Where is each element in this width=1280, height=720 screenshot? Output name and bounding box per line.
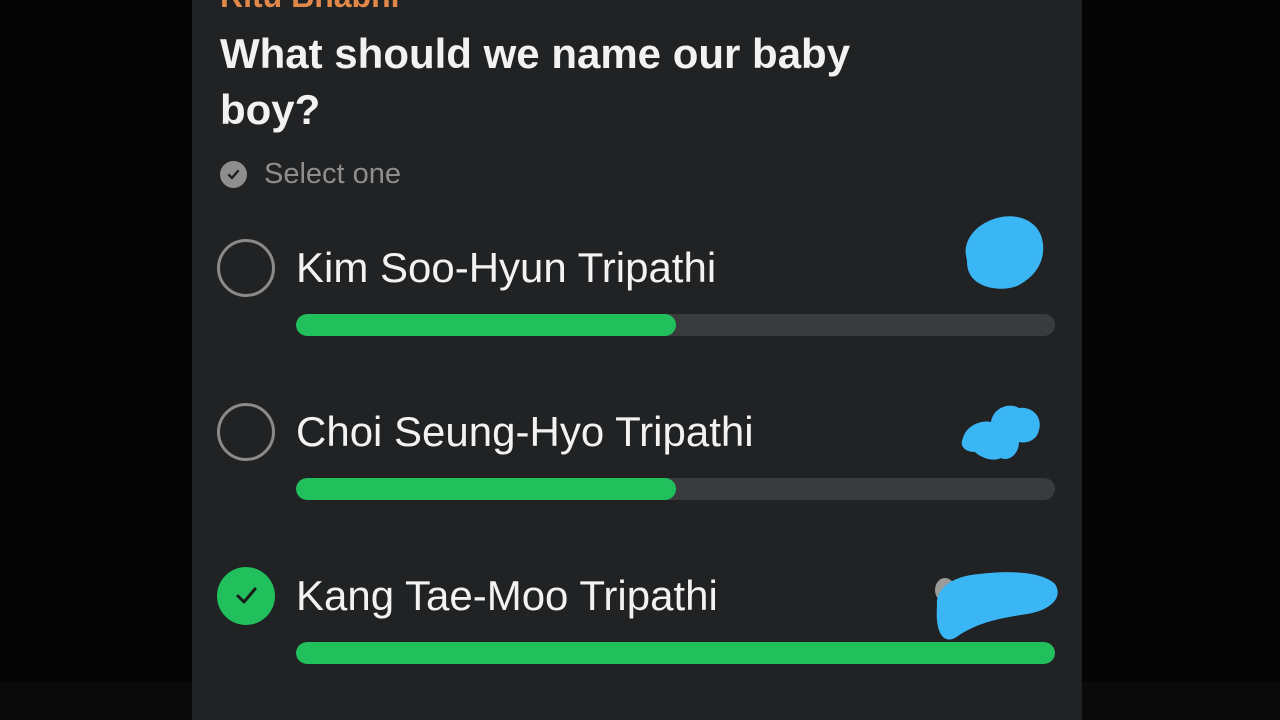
poll-option-3-label: Kang Tae-Moo Tripathi	[296, 572, 718, 619]
poll-hint: Select one	[220, 158, 401, 191]
poll-card: Ritu Bhabhi What should we name our baby…	[192, 0, 1082, 720]
check-circle-icon	[220, 161, 247, 188]
poll-question: What should we name our baby boy?	[220, 30, 851, 133]
poll-option-1-radio[interactable]	[217, 239, 275, 297]
poll-option-1-label: Kim Soo-Hyun Tripathi	[296, 244, 717, 291]
poll-option-2-progress-fill	[296, 478, 676, 500]
poll-option-3-radio[interactable]	[217, 567, 275, 625]
voter-avatar-scribble-icon	[935, 572, 1058, 640]
poll-option-2-radio[interactable]	[217, 403, 275, 461]
poll-sender-name: Ritu Bhabhi	[220, 0, 400, 15]
poll-hint-label: Select one	[264, 158, 402, 190]
voter-avatar-scribble-icon	[961, 405, 1040, 460]
poll-option-2[interactable]: Choi Seung-Hyo Tripathi	[216, 400, 1061, 510]
poll-option-1-progress	[296, 314, 1055, 336]
poll-option-1[interactable]: Kim Soo-Hyun Tripathi	[216, 216, 1061, 346]
poll-option-3-progress	[296, 642, 1055, 664]
screen: Ritu Bhabhi What should we name our baby…	[0, 0, 1280, 720]
poll-option-2-label: Choi Seung-Hyo Tripathi	[296, 408, 754, 455]
checkmark-icon	[236, 587, 257, 604]
poll-option-1-progress-fill	[296, 314, 676, 336]
poll-option-2-progress	[296, 478, 1055, 500]
poll-option-3[interactable]: Kang Tae-Moo Tripathi	[216, 564, 1061, 674]
poll-option-3-progress-fill	[296, 642, 1055, 664]
voter-avatar-scribble-icon	[965, 216, 1044, 289]
